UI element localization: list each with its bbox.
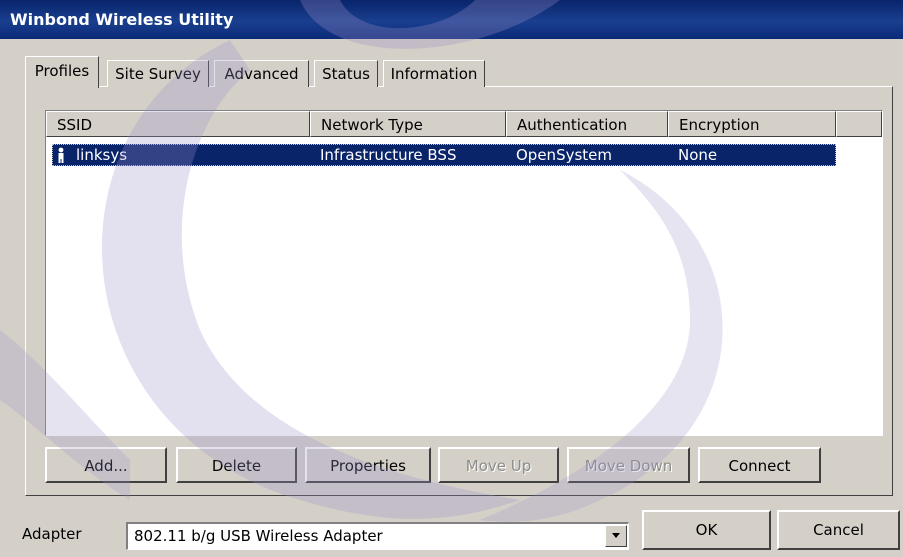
column-header-network-type[interactable]: Network Type: [310, 111, 506, 137]
connect-button[interactable]: Connect: [698, 447, 821, 483]
cancel-button[interactable]: Cancel: [777, 510, 900, 550]
ok-button[interactable]: OK: [642, 510, 771, 550]
tab-advanced[interactable]: Advanced: [214, 60, 309, 87]
add-button[interactable]: Add...: [45, 447, 167, 483]
column-header-authentication[interactable]: Authentication: [506, 111, 668, 137]
tab-label: Site Survey: [115, 65, 201, 83]
person-icon: [58, 147, 64, 163]
cell-network-type: Infrastructure BSS: [320, 146, 457, 164]
cell-encryption: None: [678, 146, 718, 164]
move-down-button[interactable]: Move Down: [567, 447, 690, 483]
chevron-down-icon: [612, 533, 620, 538]
column-header-label: Authentication: [517, 116, 628, 134]
cell-ssid: linksys: [76, 146, 128, 164]
table-row[interactable]: linksys Infrastructure BSS OpenSystem No…: [52, 144, 836, 166]
window-title: Winbond Wireless Utility: [10, 10, 234, 29]
adapter-select[interactable]: 802.11 b/g USB Wireless Adapter: [126, 522, 629, 550]
column-header-label: Network Type: [321, 116, 423, 134]
move-up-button[interactable]: Move Up: [438, 447, 559, 483]
tab-information[interactable]: Information: [383, 60, 485, 87]
column-header-encryption[interactable]: Encryption: [668, 111, 836, 137]
dropdown-button[interactable]: [605, 525, 627, 547]
column-header-ssid[interactable]: SSID: [46, 111, 310, 137]
column-header-label: SSID: [57, 116, 93, 134]
adapter-label: Adapter: [22, 525, 82, 543]
properties-button[interactable]: Properties: [305, 447, 431, 483]
tab-label: Information: [390, 65, 478, 83]
tab-label: Profiles: [34, 62, 90, 80]
adapter-select-value: 802.11 b/g USB Wireless Adapter: [134, 527, 383, 545]
tab-label: Status: [322, 65, 370, 83]
delete-button[interactable]: Delete: [176, 447, 297, 483]
tab-status[interactable]: Status: [314, 60, 378, 87]
profiles-list[interactable]: SSID Network Type Authentication Encrypt…: [45, 110, 883, 436]
tab-site-survey[interactable]: Site Survey: [107, 60, 209, 87]
column-header-label: Encryption: [679, 116, 760, 134]
tab-profiles[interactable]: Profiles: [25, 56, 99, 88]
title-bar[interactable]: Winbond Wireless Utility: [0, 0, 903, 39]
column-header-filler: [836, 111, 882, 137]
tab-label: Advanced: [224, 65, 299, 83]
cell-authentication: OpenSystem: [516, 146, 612, 164]
